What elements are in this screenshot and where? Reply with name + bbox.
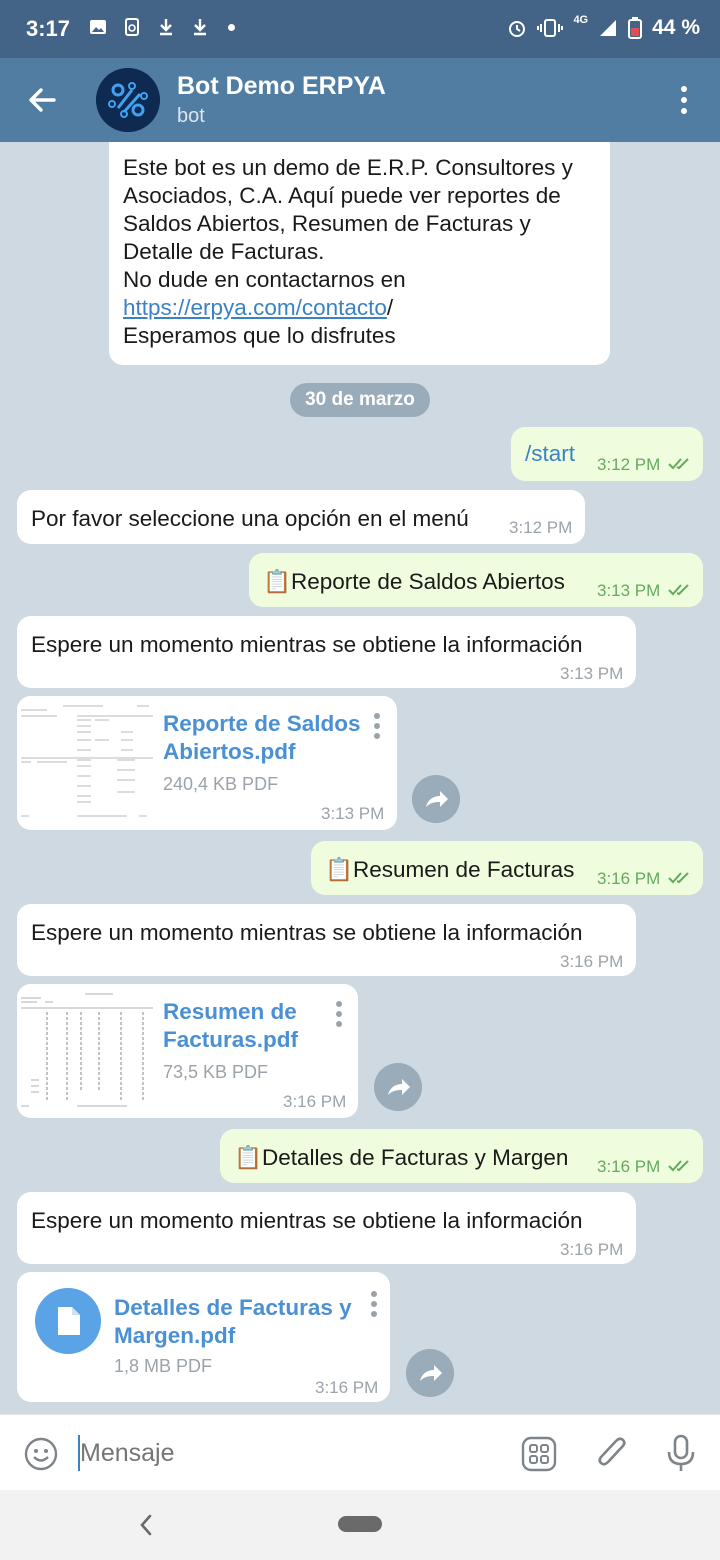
message-time: 3:13 PM [321,804,385,823]
outgoing-message[interactable]: 📋Resumen de Facturas 3:16 PM [311,841,703,895]
nav-home-pill[interactable] [338,1516,382,1532]
file-options-icon[interactable] [335,1000,343,1028]
file-options-icon[interactable] [370,1290,378,1318]
double-check-icon [668,584,689,596]
outgoing-message[interactable]: 📋Reporte de Saldos Abiertos 3:13 PM [249,553,703,607]
download-icon [194,19,206,36]
download-icon [160,19,172,36]
message-time: 3:12 PM [509,518,573,537]
incoming-message[interactable]: Por favor seleccione una opción en el me… [17,490,585,544]
message-text: Espere un momento mientras se obtiene la… [31,632,583,657]
intro-line: Esperamos que lo disfrutes [123,323,396,348]
message-input[interactable] [80,1439,500,1468]
alarm-icon [509,21,526,37]
status-time: 3:17 [26,16,71,41]
message-time: 3:13 PM [560,664,624,683]
incoming-message[interactable]: Espere un momento mientras se obtiene la… [17,904,636,976]
microphone-icon[interactable] [664,1433,698,1473]
bot-logo-icon [96,68,160,132]
avatar[interactable] [96,68,160,132]
date-divider: 30 de marzo [290,383,430,417]
notification-dot-icon [228,23,235,31]
message-text: 📋Detalles de Facturas y Margen [234,1145,569,1170]
message-time: 3:16 PM [597,869,661,888]
file-message[interactable]: Detalles de Facturas y Margen.pdf 1,8 MB… [17,1272,390,1402]
message-time: 3:16 PM [560,952,624,971]
double-check-icon [668,458,689,470]
intro-line: Saldos Abiertos, Resumen de Facturas y [123,211,531,236]
incoming-message[interactable]: Espere un momento mientras se obtiene la… [17,1192,636,1264]
battery-percent: 44 % [652,16,700,39]
file-size: 73,5 KB PDF [163,1062,269,1082]
outgoing-message[interactable]: /start 3:12 PM [511,427,703,481]
document-icon[interactable] [35,1288,101,1354]
network-type: 4G [573,14,589,26]
message-time: 3:13 PM [597,581,661,600]
system-nav-bar [0,1490,720,1560]
chat-title[interactable]: Bot Demo ERPYA [177,72,386,101]
back-arrow-icon[interactable] [22,80,62,120]
pdf-thumbnail[interactable] [17,696,157,830]
outgoing-message[interactable]: 📋Detalles de Facturas y Margen 3:16 PM [220,1129,703,1183]
message-time: 3:16 PM [283,1092,347,1111]
share-icon[interactable] [406,1349,454,1397]
image-icon [90,20,106,34]
sync-icon [125,18,139,36]
message-text: 📋Resumen de Facturas [325,857,575,882]
chat-header: Bot Demo ERPYA bot [0,58,720,142]
message-text: Espere un momento mientras se obtiene la… [31,1208,583,1233]
message-text: Espere un momento mientras se obtiene la… [31,920,583,945]
pdf-thumbnail[interactable] [17,984,157,1118]
vibrate-icon [537,19,564,37]
message-text[interactable]: /start [525,441,575,467]
message-time: 3:12 PM [597,455,661,474]
nav-back-icon[interactable] [136,1512,156,1538]
message-text: Por favor seleccione una opción en el me… [31,506,469,531]
battery-icon [628,17,643,39]
intro-line: Detalle de Facturas. [123,239,325,264]
message-text: 📋Reporte de Saldos Abiertos [263,569,565,594]
contact-link[interactable]: https://erpya.com/contacto [123,295,387,320]
message-time: 3:16 PM [597,1157,661,1176]
chat-subtitle: bot [177,105,205,127]
message-time: 3:16 PM [315,1378,379,1397]
file-size: 240,4 KB PDF [163,774,279,794]
file-name[interactable]: Resumen de Facturas.pdf [163,998,343,1054]
intro-line: Asociados, C.A. Aquí puede ver reportes … [123,183,561,208]
intro-line: Este bot es un demo de E.R.P. Consultore… [123,155,573,180]
file-message[interactable]: Reporte de Saldos Abiertos.pdf 240,4 KB … [17,696,397,830]
more-options-icon[interactable] [672,84,696,116]
message-time: 3:16 PM [560,1240,624,1259]
file-name[interactable]: Detalles de Facturas y Margen.pdf [114,1294,364,1350]
file-name[interactable]: Reporte de Saldos Abiertos.pdf [163,710,363,766]
intro-line: No dude en contactarnos en [123,267,406,292]
attach-icon[interactable] [594,1435,630,1473]
incoming-message[interactable]: Espere un momento mientras se obtiene la… [17,616,636,688]
double-check-icon [668,1160,689,1172]
share-icon[interactable] [412,775,460,823]
message-composer [0,1414,720,1490]
file-size: 1,8 MB PDF [114,1356,213,1376]
file-options-icon[interactable] [373,712,381,740]
chat-history[interactable]: Este bot es un demo de E.R.P. Consultore… [0,142,720,1414]
file-message[interactable]: Resumen de Facturas.pdf 73,5 KB PDF 3:16… [17,984,358,1118]
signal-icon [600,20,617,36]
status-bar: 3:17 4G 44 % [0,0,720,58]
emoji-icon[interactable] [24,1437,58,1471]
bot-commands-icon[interactable] [520,1435,558,1473]
link-suffix: / [386,295,394,320]
double-check-icon [668,872,689,884]
share-icon[interactable] [374,1063,422,1111]
